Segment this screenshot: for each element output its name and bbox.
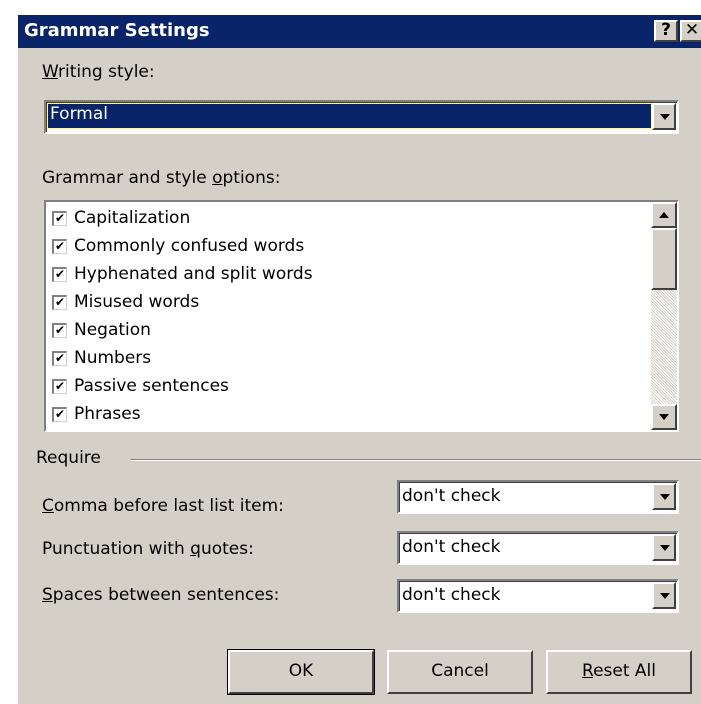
options-mnemonic: o <box>212 168 223 188</box>
punctuation-select[interactable]: don't check <box>397 531 679 565</box>
reset-label-text: eset All <box>593 661 656 681</box>
comma-label-text: omma before last list item: <box>53 496 284 516</box>
option-checkbox[interactable]: ✔ <box>52 379 67 394</box>
option-checkbox[interactable]: ✔ <box>52 351 67 366</box>
comma-mnemonic: C <box>42 496 54 516</box>
option-checkbox[interactable]: ✔ <box>52 323 67 338</box>
option-checkbox[interactable]: ✔ <box>52 267 67 282</box>
option-label: Phrases <box>74 404 141 424</box>
options-listbox[interactable]: ✔ Capitalization ✔ Commonly confused words ✔… <box>44 200 679 432</box>
scroll-down-arrow-icon <box>659 414 669 420</box>
scroll-thumb[interactable] <box>651 228 677 290</box>
comma-dropdown-button[interactable] <box>652 483 676 510</box>
options-label: Grammar and style options: <box>42 168 280 188</box>
option-label: Commonly confused words <box>74 236 305 256</box>
option-checkbox[interactable]: ✔ <box>52 295 67 310</box>
spaces-select[interactable]: don't check <box>397 579 679 613</box>
writing-style-mnemonic: W <box>42 62 59 82</box>
spaces-label: Spaces between sentences: <box>42 585 279 605</box>
options-scrollbar[interactable] <box>651 202 677 430</box>
scroll-down-button[interactable] <box>651 404 677 430</box>
options-label-before: Grammar and style <box>42 168 213 188</box>
punctuation-value: don't check <box>402 537 501 557</box>
punctuation-label: Punctuation with quotes: <box>42 539 254 559</box>
require-group-divider <box>131 459 701 461</box>
spaces-mnemonic: S <box>42 585 53 605</box>
option-checkbox[interactable]: ✔ <box>52 407 67 422</box>
require-group-label: Require <box>36 448 101 468</box>
spaces-value: don't check <box>402 585 501 605</box>
scroll-up-arrow-icon <box>659 212 669 218</box>
writing-style-label: Writing style: <box>42 62 155 82</box>
punctuation-mnemonic: q <box>190 539 201 559</box>
punctuation-dropdown-button[interactable] <box>652 534 676 561</box>
option-checkbox[interactable]: ✔ <box>52 239 67 254</box>
scroll-up-button[interactable] <box>651 202 677 228</box>
writing-style-select[interactable]: Formal <box>44 100 679 134</box>
option-label: Numbers <box>74 348 152 368</box>
cancel-button[interactable]: Cancel <box>387 650 533 694</box>
option-checkbox[interactable]: ✔ <box>52 211 67 226</box>
writing-style-value: Formal <box>47 103 652 129</box>
option-label: Capitalization <box>74 208 191 228</box>
chevron-down-icon <box>660 593 670 599</box>
spaces-dropdown-button[interactable] <box>652 582 676 609</box>
reset-mnemonic: R <box>582 661 594 681</box>
chevron-down-icon <box>660 545 670 551</box>
reset-all-button[interactable]: Reset All <box>546 650 692 694</box>
writing-style-label-text: riting style: <box>58 62 155 82</box>
spaces-label-text: paces between sentences: <box>52 585 280 605</box>
grammar-settings-dialog: Grammar Settings ? ✕ Writing style: Form… <box>16 13 701 704</box>
comma-label: Comma before last list item: <box>42 496 284 516</box>
comma-select[interactable]: don't check <box>397 480 679 514</box>
chevron-down-icon <box>660 494 670 500</box>
option-label: Negation <box>74 320 151 340</box>
title-bar: Grammar Settings ? ✕ <box>18 15 701 48</box>
comma-value: don't check <box>402 486 501 506</box>
ok-button[interactable]: OK <box>227 649 375 695</box>
option-label: Hyphenated and split words <box>74 264 313 284</box>
option-label: Passive sentences <box>74 376 229 396</box>
close-button[interactable]: ✕ <box>680 20 701 42</box>
option-label: Misused words <box>74 292 200 312</box>
help-button[interactable]: ? <box>654 20 678 42</box>
writing-style-dropdown-button[interactable] <box>652 103 676 130</box>
punctuation-label-after: uotes: <box>200 539 254 559</box>
chevron-down-icon <box>660 114 670 120</box>
options-label-after: ptions: <box>222 168 281 188</box>
window-title: Grammar Settings <box>24 20 210 41</box>
punctuation-label-before: Punctuation with <box>42 539 191 559</box>
